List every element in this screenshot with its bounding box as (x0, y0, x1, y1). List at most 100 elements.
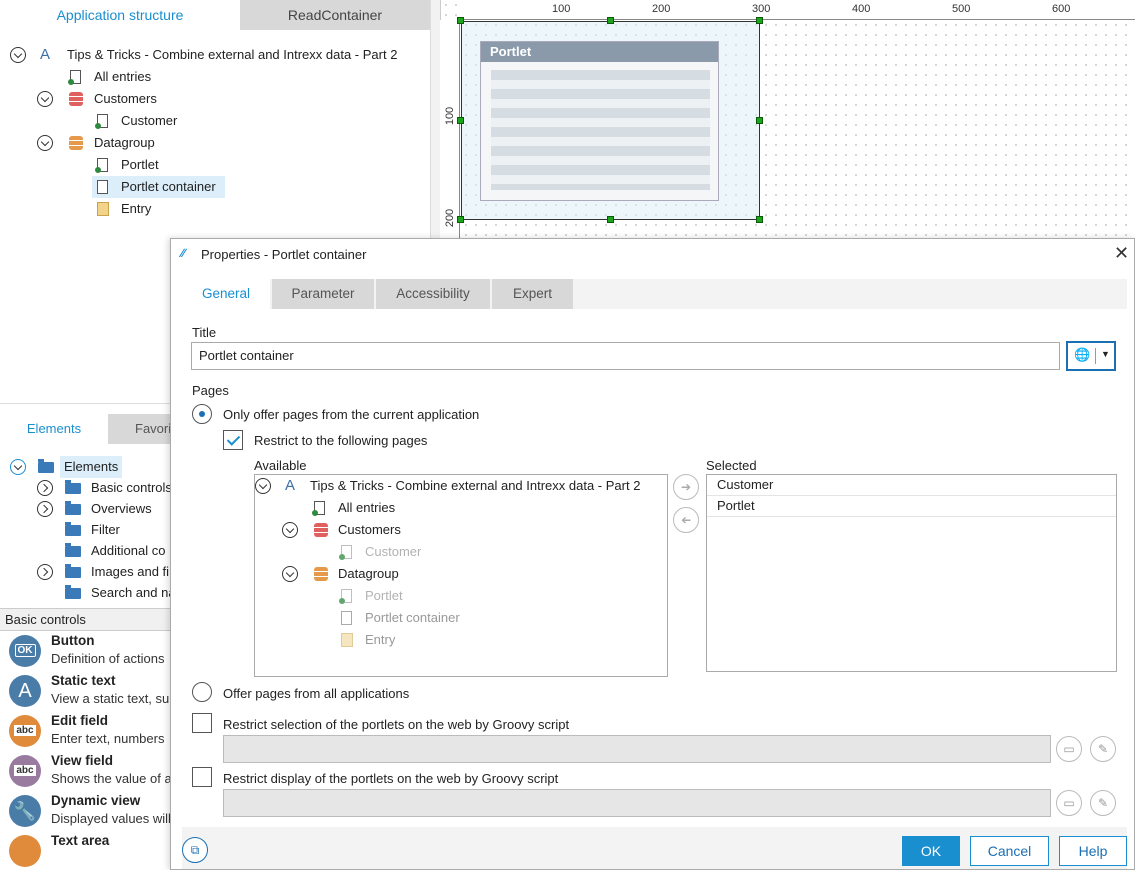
elements-item-basic-controls[interactable]: Basic controls (37, 477, 172, 499)
tree-item-datagroup[interactable]: Datagroup (37, 132, 237, 154)
resize-handle[interactable] (457, 216, 464, 223)
restrict-selection-checkbox[interactable] (192, 713, 212, 733)
add-arrow-button[interactable]: ➔ (673, 474, 699, 500)
selected-item[interactable]: Portlet (707, 496, 1116, 517)
resize-handle[interactable] (756, 17, 763, 24)
ok-button[interactable]: OK (902, 836, 960, 866)
tab-expert[interactable]: Expert (492, 279, 573, 309)
close-icon[interactable]: ✕ (1114, 243, 1129, 264)
text-area-icon (9, 835, 41, 867)
cancel-button[interactable]: Cancel (970, 836, 1049, 866)
tree-root[interactable]: A Tips & Tricks - Combine external and I… (10, 44, 430, 66)
chevron-down-icon[interactable] (10, 459, 26, 475)
globe-icon: 🌐 (1074, 347, 1091, 362)
window-mode-icon[interactable]: ⧉ (182, 837, 208, 863)
radio-all-apps[interactable] (192, 682, 212, 702)
help-button[interactable]: Help (1059, 836, 1127, 866)
selected-item[interactable]: Customer (707, 475, 1116, 496)
control-static-text[interactable]: A Static text View a static text, su (0, 671, 172, 711)
chevron-down-icon[interactable] (10, 47, 26, 63)
app-logo-icon: ∕∕ (181, 246, 186, 260)
restrict-display-checkbox[interactable] (192, 767, 212, 787)
selected-pages-list[interactable]: Customer Portlet (706, 474, 1117, 672)
tree-item-customers[interactable]: Customers (37, 88, 237, 110)
chevron-right-icon[interactable] (37, 564, 53, 580)
chevron-down-icon[interactable] (37, 91, 53, 107)
portlet-preview[interactable]: Portlet (480, 41, 719, 201)
resize-handle[interactable] (607, 17, 614, 24)
control-dynamic-view[interactable]: 🔧 Dynamic view Displayed values will (0, 791, 172, 831)
wrench-icon: 🔧 (9, 795, 41, 827)
elements-root[interactable]: Elements (10, 456, 170, 478)
edit-pencil-icon[interactable]: ✎ (1090, 790, 1116, 816)
chevron-down-icon[interactable] (37, 135, 53, 151)
folder-icon (65, 522, 81, 536)
tree-item-entry[interactable]: Entry (95, 198, 295, 220)
control-desc: Displayed values will (51, 811, 171, 826)
tab-readcontainer[interactable]: ReadContainer (240, 0, 430, 30)
elements-item-overviews[interactable]: Overviews (37, 498, 172, 520)
chevron-down-icon[interactable] (282, 522, 298, 538)
language-dropdown[interactable]: 🌐 ▼ (1066, 341, 1116, 371)
tree-item-portlet-container[interactable]: Portlet container (92, 176, 225, 198)
restrict-selection-label: Restrict selection of the portlets on th… (223, 717, 570, 732)
elements-item-label: Images and fi (91, 564, 170, 579)
available-datagroup[interactable]: Datagroup (282, 563, 482, 585)
horizontal-ruler: 100 200 300 400 500 600 (460, 0, 1135, 20)
restrict-pages-checkbox[interactable] (223, 430, 243, 450)
ruler-label: 400 (852, 3, 871, 15)
tab-general[interactable]: General (182, 279, 270, 309)
folder-open-icon[interactable]: ▭ (1056, 790, 1082, 816)
resize-handle[interactable] (457, 117, 464, 124)
folder-open-icon[interactable]: ▭ (1056, 736, 1082, 762)
elements-item-label: Basic controls (91, 480, 172, 495)
remove-arrow-button[interactable]: ➔ (673, 507, 699, 533)
available-portlet-container[interactable]: Portlet container (339, 607, 539, 629)
control-button[interactable]: OK Button Definition of actions (0, 631, 172, 671)
resize-handle[interactable] (457, 17, 464, 24)
control-view-field[interactable]: abc View field Shows the value of a (0, 751, 172, 791)
tree-item-label: Entry (365, 632, 396, 647)
title-input[interactable]: Portlet container (191, 342, 1060, 370)
resize-handle[interactable] (607, 216, 614, 223)
elements-item-additional[interactable]: Additional co (37, 540, 172, 562)
dialog-title: Properties - Portlet container (201, 247, 367, 262)
control-text-area[interactable]: Text area (0, 831, 172, 870)
selection-script-field[interactable] (223, 735, 1051, 763)
display-script-field[interactable] (223, 789, 1051, 817)
available-customers[interactable]: Customers (282, 519, 482, 541)
pages-label: Pages (192, 383, 229, 398)
chevron-down-icon[interactable] (255, 478, 271, 494)
resize-handle[interactable] (756, 216, 763, 223)
tree-item-label: Portlet (121, 157, 159, 172)
ruler-label: 100 (552, 3, 571, 15)
resize-handle[interactable] (756, 117, 763, 124)
elements-item-search[interactable]: Search and na (37, 582, 172, 600)
tab-parameter[interactable]: Parameter (272, 279, 374, 309)
available-all-entries[interactable]: All entries (312, 497, 512, 519)
available-tree-root[interactable]: A Tips & Tricks - Combine external and I… (255, 475, 665, 497)
tree-item-portlet[interactable]: Portlet (95, 154, 295, 176)
elements-item-filter[interactable]: Filter (37, 519, 172, 541)
edit-pencil-icon[interactable]: ✎ (1090, 736, 1116, 762)
tree-item-all-entries[interactable]: All entries (68, 66, 268, 88)
control-title: View field (51, 753, 114, 768)
chevron-down-icon[interactable] (282, 566, 298, 582)
available-pages-tree[interactable]: A Tips & Tricks - Combine external and I… (254, 474, 668, 677)
tab-accessibility[interactable]: Accessibility (376, 279, 490, 309)
chevron-right-icon[interactable] (37, 501, 53, 517)
elements-item-images[interactable]: Images and fi (37, 561, 172, 583)
container-icon (341, 611, 352, 625)
control-edit-field[interactable]: abc Edit field Enter text, numbers (0, 711, 172, 751)
tree-item-customer[interactable]: Customer (95, 110, 295, 132)
portlet-preview-title: Portlet (481, 42, 718, 62)
selected-label: Selected (706, 458, 757, 473)
chevron-right-icon[interactable] (37, 480, 53, 496)
tab-application-structure[interactable]: Application structure (0, 0, 240, 30)
page-icon (95, 158, 108, 173)
available-customer: Customer (339, 541, 539, 563)
tab-elements[interactable]: Elements (0, 414, 108, 444)
tab-favorites[interactable]: Favori (108, 414, 172, 444)
radio-current-app[interactable] (192, 404, 212, 424)
pane-splitter[interactable] (430, 0, 440, 240)
